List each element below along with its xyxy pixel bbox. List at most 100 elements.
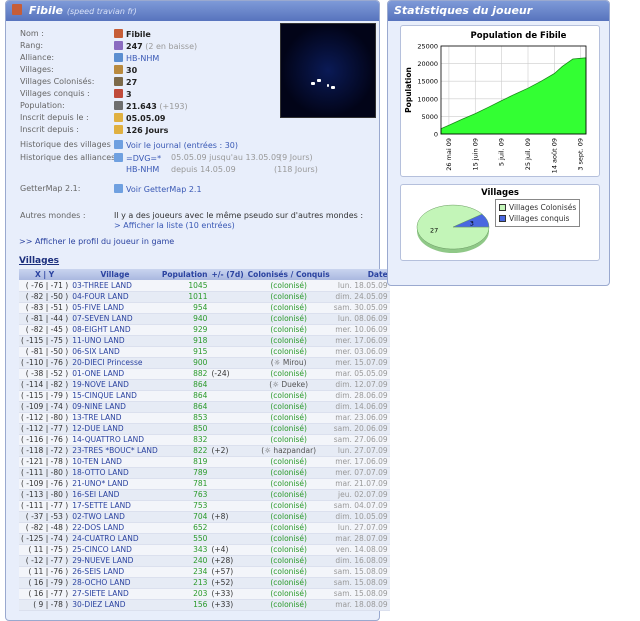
cell-village[interactable]: 28-OCHO LAND: [70, 577, 160, 589]
table-row: ( -116 | -76 ) 14-QUATTRO LAND 832 (colonis…: [19, 434, 390, 446]
table-row: ( 11 | -75 ) 25-CINCO LAND 343 (+4) (colonis…: [19, 544, 390, 556]
cell-colonises: (colonisé): [245, 324, 332, 336]
cell-village[interactable]: 10-TEN LAND: [70, 456, 160, 468]
cell-xy[interactable]: ( -82 | -48 ): [19, 522, 71, 534]
cell-xy[interactable]: ( -114 | -82 ): [19, 379, 71, 391]
cell-xy[interactable]: ( 11 | -76 ): [19, 566, 71, 578]
cell-xy[interactable]: ( -121 | -78 ): [19, 456, 71, 468]
cell-xy[interactable]: ( 9 | -78 ): [19, 599, 71, 611]
gettermap-label: GetterMap 2.1:: [20, 184, 81, 193]
col-xy[interactable]: X | Y: [19, 269, 71, 280]
cell-xy[interactable]: ( -38 | -52 ): [19, 368, 71, 380]
cell-population: 929: [159, 324, 210, 336]
cell-xy[interactable]: ( -81 | -44 ): [19, 313, 71, 325]
table-row: ( -81 | -50 ) 06-SIX LAND 915 (colonisé) mer…: [19, 346, 390, 358]
cell-xy[interactable]: ( -37 | -53 ): [19, 511, 71, 523]
cell-xy[interactable]: ( -118 | -72 ): [19, 445, 71, 457]
cell-date: dim. 24.05.09: [331, 291, 390, 303]
col-population[interactable]: Population: [159, 269, 210, 280]
villages-heading: Villages: [19, 256, 60, 266]
cell-village[interactable]: 05-FIVE LAND: [70, 302, 160, 314]
cell-village[interactable]: 23-TRES *BOUC* LAND: [70, 445, 160, 457]
journal-link[interactable]: Voir le journal (entrées : 30): [126, 141, 238, 150]
cell-village[interactable]: 18-OTTO LAND: [70, 467, 160, 479]
cell-village[interactable]: 01-ONE LAND: [70, 368, 160, 380]
cell-xy[interactable]: ( -110 | -76 ): [19, 357, 71, 369]
cell-village[interactable]: 14-QUATTRO LAND: [70, 434, 160, 446]
profile-link[interactable]: >> Afficher le profil du joueur in game: [19, 237, 174, 246]
cell-village[interactable]: 26-SEIS LAND: [70, 566, 160, 578]
cell-colonises: (colonisé): [245, 555, 332, 567]
cell-population: 652: [159, 522, 210, 534]
alliance-history-name[interactable]: HB-NHM: [126, 165, 159, 174]
cell-variation: [209, 489, 246, 501]
cell-village[interactable]: 13-TRE LAND: [70, 412, 160, 424]
cell-xy[interactable]: ( -125 | -74 ): [19, 533, 71, 545]
cell-variation: [209, 467, 246, 479]
table-row: ( -115 | -79 ) 15-CINQUE LAND 864 (colonisé…: [19, 390, 390, 402]
calendar-icon: [114, 113, 123, 122]
cell-village[interactable]: 25-CINCO LAND: [70, 544, 160, 556]
cell-village[interactable]: 06-SIX LAND: [70, 346, 160, 358]
cell-xy[interactable]: ( -116 | -76 ): [19, 434, 71, 446]
cell-xy[interactable]: ( -76 | -71 ): [19, 280, 71, 292]
cell-xy[interactable]: ( -82 | -45 ): [19, 324, 71, 336]
cell-village[interactable]: 29-NUEVE LAND: [70, 555, 160, 567]
alliance-history-row: =DVG=*: [114, 153, 161, 163]
cell-xy[interactable]: ( -81 | -50 ): [19, 346, 71, 358]
cell-village[interactable]: 16-SEI LAND: [70, 489, 160, 501]
cell-village[interactable]: 09-NINE LAND: [70, 401, 160, 413]
cell-xy[interactable]: ( -113 | -80 ): [19, 489, 71, 501]
cell-village[interactable]: 20-DIECI Princesse: [70, 357, 160, 369]
cell-village[interactable]: 22-DOS LAND: [70, 522, 160, 534]
cell-village[interactable]: 11-UNO LAND: [70, 335, 160, 347]
gettermap-link[interactable]: Voir GetterMap 2.1: [126, 185, 202, 194]
cell-xy[interactable]: ( -82 | -50 ): [19, 291, 71, 303]
cell-village[interactable]: 27-SIETE LAND: [70, 588, 160, 600]
cell-village[interactable]: 03-THREE LAND: [70, 280, 160, 292]
cell-village[interactable]: 08-EIGHT LAND: [70, 324, 160, 336]
cell-xy[interactable]: ( -115 | -75 ): [19, 335, 71, 347]
cell-village[interactable]: 04-FOUR LAND: [70, 291, 160, 303]
col-village[interactable]: Village: [70, 269, 160, 280]
table-row: ( -125 | -74 ) 24-CUATRO LAND 550 (colonisé…: [19, 533, 390, 545]
cell-xy[interactable]: ( -111 | -77 ): [19, 500, 71, 512]
cell-variation: [209, 346, 246, 358]
col-colonises[interactable]: Colonisés / Conquis: [245, 269, 332, 280]
cell-xy[interactable]: ( 16 | -77 ): [19, 588, 71, 600]
cell-village[interactable]: 15-CINQUE LAND: [70, 390, 160, 402]
player-map[interactable]: [280, 23, 376, 118]
alliance-history-name[interactable]: =DVG=*: [126, 154, 161, 163]
cell-village[interactable]: 02-TWO LAND: [70, 511, 160, 523]
col-variation[interactable]: +/- (7d): [209, 269, 246, 280]
col-date[interactable]: Date: [331, 269, 390, 280]
alliance-history-icon: [114, 153, 123, 162]
cell-xy[interactable]: ( -83 | -51 ): [19, 302, 71, 314]
player-icon: [12, 4, 22, 15]
cell-village[interactable]: 12-DUE LAND: [70, 423, 160, 435]
cell-xy[interactable]: ( -112 | -77 ): [19, 423, 71, 435]
cell-xy[interactable]: ( -109 | -74 ): [19, 401, 71, 413]
alliance-link[interactable]: HB-NHM: [126, 54, 159, 63]
cell-variation: [209, 379, 246, 391]
cell-variation: (+52): [209, 577, 246, 589]
inscrit-jours-value: 126 Jours: [114, 125, 168, 135]
cell-village[interactable]: 07-SEVEN LAND: [70, 313, 160, 325]
cell-village[interactable]: 30-DIEZ LAND: [70, 599, 160, 611]
cell-population: 882: [159, 368, 210, 380]
cell-xy[interactable]: ( -12 | -77 ): [19, 555, 71, 567]
cell-village[interactable]: 21-UNO* LAND: [70, 478, 160, 490]
cell-xy[interactable]: ( -112 | -80 ): [19, 412, 71, 424]
cell-xy[interactable]: ( 11 | -75 ): [19, 544, 71, 556]
cell-xy[interactable]: ( -109 | -76 ): [19, 478, 71, 490]
cell-village[interactable]: 19-NOVE LAND: [70, 379, 160, 391]
cell-village[interactable]: 17-SETTE LAND: [70, 500, 160, 512]
autres-list-link[interactable]: > Afficher la liste (10 entrées): [114, 221, 235, 230]
cell-xy[interactable]: ( 16 | -79 ): [19, 577, 71, 589]
cell-village[interactable]: 24-CUATRO LAND: [70, 533, 160, 545]
table-row: ( -121 | -78 ) 10-TEN LAND 819 (colonisé) me…: [19, 456, 390, 468]
cell-variation: (+2): [209, 445, 246, 457]
population-chart-svg: Population de Fibile 0 5000 10000 15000 20000…: [404, 31, 587, 173]
cell-xy[interactable]: ( -115 | -79 ): [19, 390, 71, 402]
cell-xy[interactable]: ( -111 | -80 ): [19, 467, 71, 479]
